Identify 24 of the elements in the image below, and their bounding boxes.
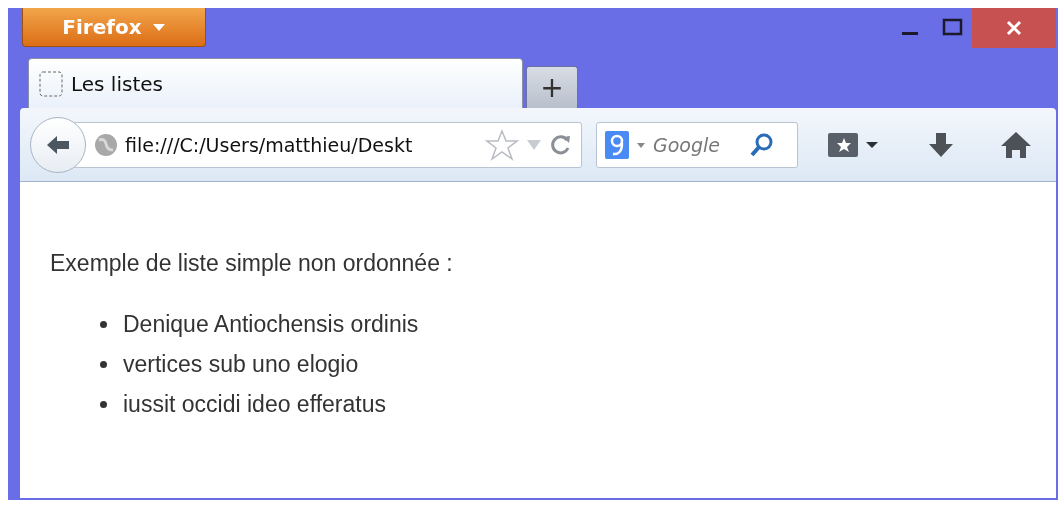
tab[interactable]: Les listes	[28, 58, 523, 108]
bullet-icon	[100, 400, 107, 408]
new-tab-button[interactable]: +	[526, 66, 578, 108]
address-bar[interactable]: file:///C:/Users/matthieu/Deskt	[74, 121, 582, 168]
close-button[interactable]	[972, 8, 1056, 48]
reload-icon[interactable]	[549, 132, 573, 157]
search-icon[interactable]	[749, 131, 775, 158]
list-item: vertices sub uno elogio	[123, 350, 359, 378]
address-text: file:///C:/Users/matthieu/Deskt	[125, 133, 414, 156]
dropdown-caret-icon[interactable]	[635, 140, 647, 149]
globe-icon	[93, 131, 119, 158]
search-engine-icon[interactable]	[605, 130, 629, 159]
bullet-icon	[100, 360, 107, 368]
close-icon	[1004, 18, 1024, 38]
list-item: Denique Antiochensis ordinis	[123, 310, 419, 338]
search-bar[interactable]: Google	[596, 121, 798, 168]
bullet-icon	[100, 320, 107, 328]
star-icon[interactable]	[485, 128, 519, 161]
home-icon[interactable]	[1000, 129, 1032, 160]
page-icon	[39, 70, 63, 97]
search-field[interactable]: Google	[653, 133, 743, 156]
paragraph: Exemple de liste simple non ordonnée :	[50, 249, 454, 278]
caret-icon	[151, 22, 166, 32]
list-item: iussit occidi ideo efferatus	[123, 390, 386, 418]
